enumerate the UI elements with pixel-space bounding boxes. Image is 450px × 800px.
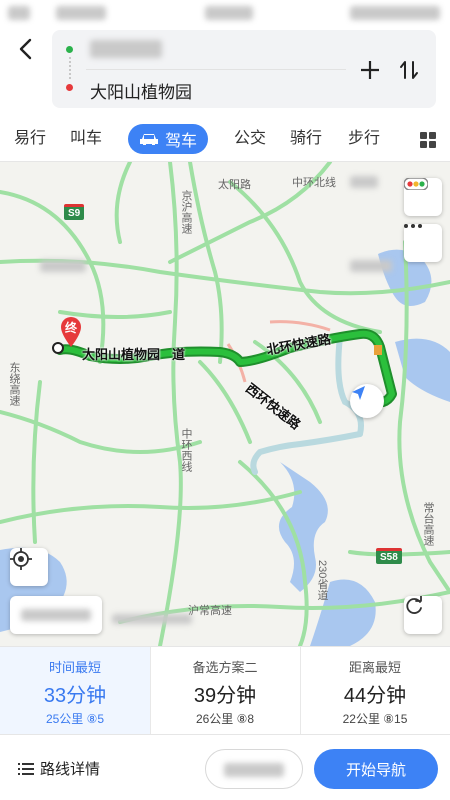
tab-transit[interactable]: 公交: [234, 127, 266, 151]
destination-input[interactable]: 大阳山植物园: [90, 78, 192, 103]
tab-drive[interactable]: 驾车: [128, 124, 208, 154]
status-bar: [0, 0, 450, 26]
swap-icon: [400, 61, 418, 79]
add-waypoint-button[interactable]: [358, 58, 382, 82]
map-label: 沪常高速: [188, 605, 232, 617]
secondary-action-button[interactable]: [205, 749, 303, 789]
route-inputs: 大阳山植物园: [52, 30, 436, 108]
plan-time: 39分钟: [193, 685, 257, 707]
plan-title: 备选方案二: [192, 660, 258, 675]
car-icon: [139, 134, 158, 145]
more-modes-button[interactable]: [418, 130, 438, 150]
map-blur: [350, 260, 392, 272]
locate-me-button[interactable]: [10, 548, 48, 586]
crosshair-icon: [10, 548, 32, 570]
bottom-bar: 路线详情 开始导航: [0, 734, 450, 800]
route-label: 大阳山植物园: [82, 347, 161, 362]
info-blur: [21, 609, 91, 621]
route-card: 大阳山植物园: [0, 26, 450, 118]
plan-option-3[interactable]: 距离最短 44分钟 22公里 ⑧15: [300, 647, 450, 735]
plan-title: 时间最短: [48, 660, 101, 675]
plan-title: 距离最短: [348, 660, 401, 675]
route-plans: 时间最短 33分钟 25公里 ⑧5 备选方案二 39分钟 26公里 ⑧8 距离最…: [0, 646, 450, 735]
navigation-arrow-icon: [352, 386, 365, 400]
plan-sub: 26公里 ⑧8: [195, 712, 255, 726]
highway-shield: S58: [376, 548, 402, 564]
route-label: 道: [172, 347, 186, 362]
plan-sub: 22公里 ⑧15: [342, 712, 408, 726]
map-label: 中环西线: [180, 428, 192, 472]
status-blur: [350, 6, 440, 20]
tab-bike[interactable]: 骑行: [290, 127, 322, 151]
tab-taxi[interactable]: 叫车: [70, 127, 102, 151]
start-navigation-button[interactable]: 开始导航: [314, 749, 438, 789]
details-label: 路线详情: [40, 761, 101, 778]
start-location-input[interactable]: [90, 40, 162, 58]
map-blur: [112, 614, 192, 624]
plus-icon: [361, 61, 379, 79]
status-blur: [8, 6, 30, 20]
swap-button[interactable]: [396, 58, 422, 82]
tab-easy[interactable]: 易行: [14, 127, 46, 151]
end-dot: [66, 84, 73, 91]
map-label: 常台高速: [422, 502, 434, 546]
route-connector: [69, 57, 71, 79]
divider: [86, 69, 346, 70]
plan-option-1[interactable]: 时间最短 33分钟 25公里 ⑧5: [0, 647, 150, 735]
traffic-light-icon: [404, 178, 428, 190]
button-blur: [224, 763, 284, 777]
map-label: 京沪高速: [180, 190, 192, 234]
plan-time: 44分钟: [343, 685, 407, 707]
plan-sub: 25公里 ⑧5: [45, 712, 105, 726]
map-label: 230省道: [316, 560, 328, 601]
map-label: 太阳路: [218, 179, 251, 191]
more-options-button[interactable]: [404, 224, 442, 262]
map-view[interactable]: 太阳路 中环北线 京沪高速 东绕高速 中环西线 沪常高速 常台高速 230省道 …: [0, 162, 450, 646]
status-blur: [205, 6, 253, 20]
more-dots-icon: [404, 224, 422, 228]
status-blur: [56, 6, 106, 20]
map-info-card[interactable]: [10, 596, 102, 634]
plan-option-2[interactable]: 备选方案二 39分钟 26公里 ⑧8: [150, 647, 300, 735]
start-navigation-label: 开始导航: [345, 761, 406, 779]
start-dot: [66, 46, 73, 53]
map-blur: [350, 176, 378, 188]
list-icon: [18, 762, 34, 775]
chevron-left-icon: [19, 38, 32, 60]
destination-marker[interactable]: 终: [58, 316, 84, 347]
tab-walk[interactable]: 步行: [348, 127, 380, 151]
grid-icon: [420, 132, 436, 148]
current-location-marker: [350, 384, 384, 418]
highway-shield: S9: [64, 204, 85, 220]
back-button[interactable]: [12, 34, 38, 64]
plan-time: 33分钟: [43, 685, 107, 707]
marker-label: 终: [64, 321, 77, 335]
tab-drive-label: 驾车: [164, 133, 197, 150]
map-label: 东绕高速: [8, 362, 20, 406]
map-blur: [40, 260, 86, 272]
refresh-button[interactable]: [404, 596, 442, 634]
refresh-icon: [406, 596, 422, 614]
map-label: 中环北线: [292, 177, 336, 189]
traffic-toggle-button[interactable]: [404, 178, 442, 216]
route-details-button[interactable]: 路线详情: [18, 758, 100, 779]
transport-tabs: 易行 叫车 驾车 公交 骑行 步行: [0, 118, 450, 162]
